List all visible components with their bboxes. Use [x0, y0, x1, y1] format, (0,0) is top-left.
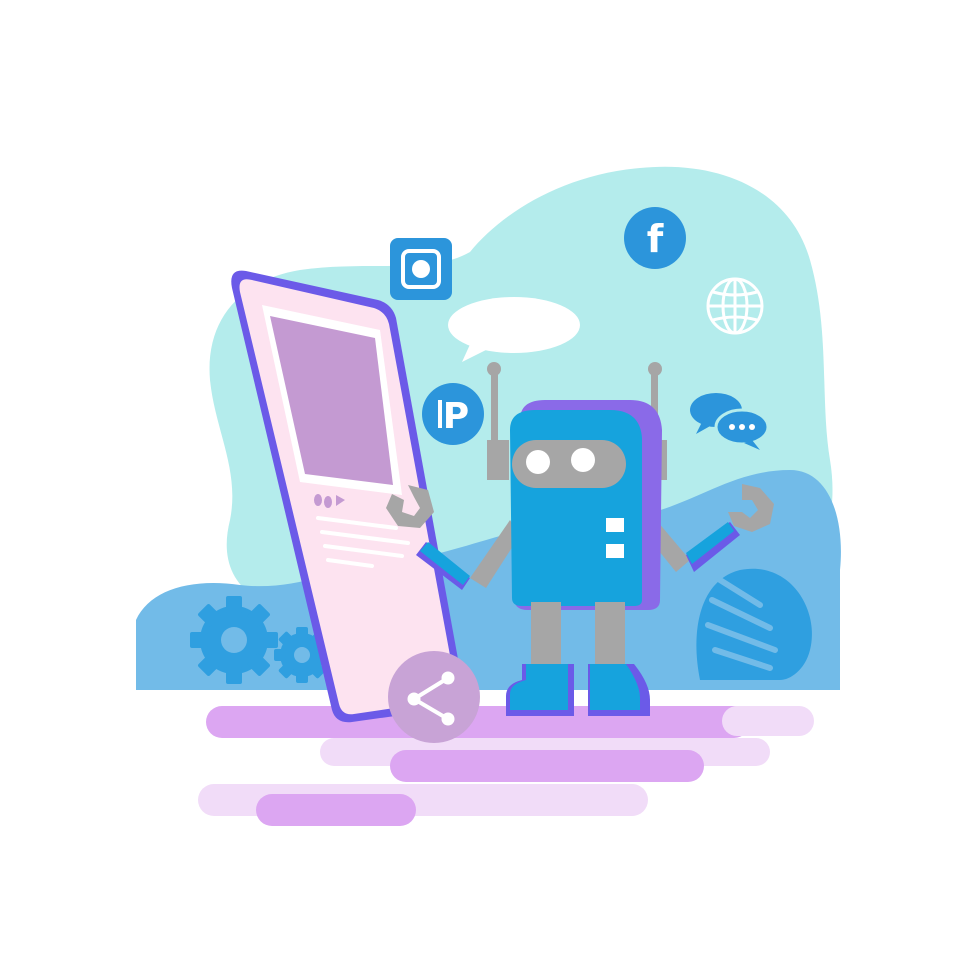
floor-stripes: [198, 706, 814, 826]
share-button: [388, 651, 480, 743]
robot-panel-top: [606, 518, 624, 532]
pinterest-icon: P: [422, 383, 484, 445]
robot-leg-left: [531, 602, 561, 672]
pinterest-glyph: P: [443, 396, 469, 437]
facebook-glyph: f: [647, 217, 664, 261]
robot-leg-right: [595, 602, 625, 672]
robot-body: [510, 410, 642, 606]
robot-eye-right: [571, 448, 595, 472]
globe-icon: [706, 277, 764, 335]
instagram-icon: [390, 238, 452, 300]
illustration-canvas: f P: [136, 166, 841, 826]
robot-eye-left: [526, 450, 550, 474]
gear-large-icon: [190, 596, 278, 684]
facebook-icon: f: [624, 207, 686, 269]
robot-panel-bottom: [606, 544, 624, 558]
